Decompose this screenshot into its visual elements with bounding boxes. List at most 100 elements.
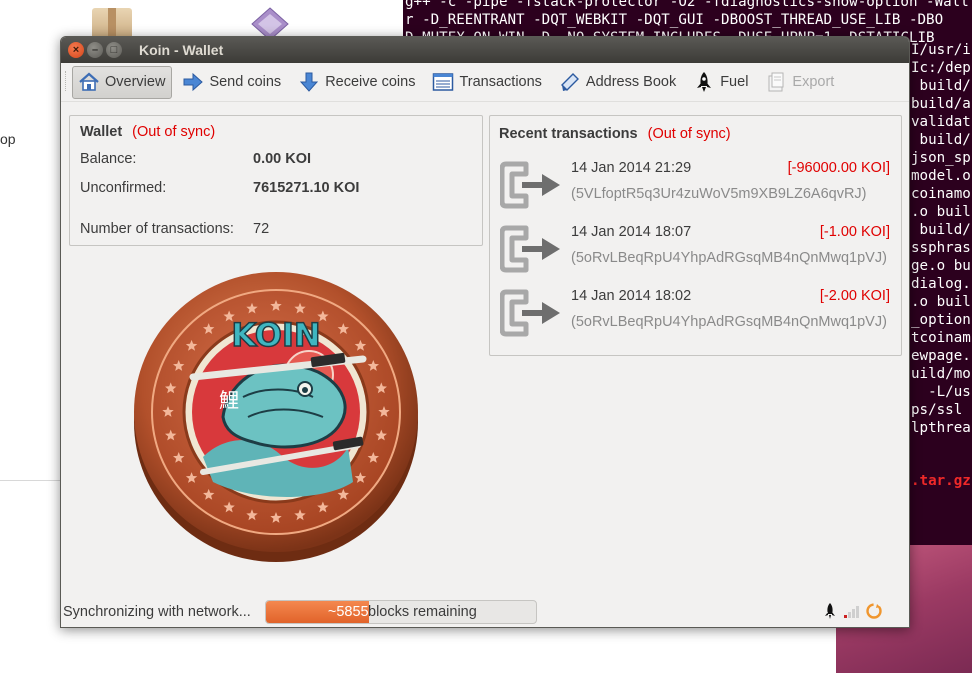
- transaction-count-label: Number of transactions:: [80, 221, 234, 237]
- tab-send-coins[interactable]: Send coins: [176, 66, 288, 99]
- transaction-address: (5oRvLBeqRpU4YhpAdRGsqMB4nQnMwq1pVJ): [571, 250, 887, 266]
- desktop-divider: [0, 480, 62, 481]
- terminal-line: I/usr/i: [911, 42, 971, 58]
- sync-progress-fill: ~5855: [266, 601, 369, 623]
- sent-transaction-icon: [499, 160, 564, 210]
- recent-transactions-title: Recent transactions (Out of sync): [499, 126, 731, 142]
- toolbar: Overview Send coins Receive coins Transa…: [61, 63, 909, 102]
- arrow-down-icon: [298, 71, 320, 93]
- wallet-title-text: Wallet: [80, 124, 123, 140]
- terminal-line: uild/mo: [911, 366, 971, 382]
- balance-label: Balance:: [80, 151, 137, 167]
- close-icon: ×: [72, 43, 80, 56]
- terminal-error-text: .tar.gz: [911, 473, 971, 489]
- terminal-line: tcoinam: [911, 330, 971, 346]
- terminal-line: _option: [911, 312, 971, 328]
- terminal-line: lpthrea: [911, 420, 971, 436]
- recent-sync-status: (Out of sync): [647, 126, 731, 142]
- terminal-line: ps/ssl: [911, 402, 971, 418]
- tab-label: Address Book: [585, 74, 677, 90]
- terminal-line: build/: [911, 222, 971, 238]
- wallet-sync-status: (Out of sync): [132, 124, 216, 140]
- terminal-line: build/: [911, 132, 971, 148]
- terminal-line: build/a: [911, 96, 971, 112]
- transaction-amount: [-96000.00 KOI]: [787, 160, 890, 176]
- terminal-line: r -D_REENTRANT -DQT_WEBKIT -DQT_GUI -DBO…: [405, 12, 944, 28]
- terminal-line: json_sp: [911, 150, 971, 166]
- tab-label: Overview: [105, 74, 166, 90]
- sync-status-label: Synchronizing with network...: [63, 604, 251, 620]
- koin-coin-logo: 鯉 KOIN: [133, 267, 419, 565]
- home-icon: [78, 71, 100, 93]
- status-bar: Synchronizing with network... ~5855 bloc…: [61, 598, 909, 627]
- terminal-line: .o buil: [911, 294, 971, 310]
- tab-address-book[interactable]: Address Book: [553, 66, 683, 99]
- transaction-amount: [-1.00 KOI]: [819, 224, 890, 240]
- tab-label: Receive coins: [325, 74, 416, 90]
- terminal-line: .o buil: [911, 204, 971, 220]
- tab-label: Export: [792, 74, 835, 90]
- transaction-date: 14 Jan 2014 18:02: [571, 288, 692, 304]
- sent-transaction-icon: [499, 224, 564, 274]
- window-title: Koin - Wallet: [139, 42, 224, 58]
- terminal-line: validat: [911, 114, 971, 130]
- terminal-right-column: I/usr/i Ic:/dep build/build/a validat buil…: [911, 41, 971, 437]
- syncing-icon[interactable]: [865, 602, 883, 620]
- sync-progress-bar: ~5855 blocks remaining: [265, 600, 537, 624]
- export-button[interactable]: Export: [759, 66, 841, 99]
- list-icon: [432, 71, 454, 93]
- terminal-line: model.o: [911, 168, 971, 184]
- coin-kanji: 鯉: [219, 388, 239, 412]
- title-bar[interactable]: × – □ Koin - Wallet: [61, 37, 909, 63]
- transaction-row[interactable]: 14 Jan 2014 18:02 [-2.00 KOI] (5oRvLBeqRpU…: [498, 288, 896, 348]
- transaction-amount: [-2.00 KOI]: [819, 288, 890, 304]
- unconfirmed-label: Unconfirmed:: [80, 180, 167, 196]
- arrow-right-icon: [182, 71, 204, 93]
- terminal-line: ge.o bu: [911, 258, 971, 274]
- tab-label: Fuel: [720, 74, 749, 90]
- wallet-window: × – □ Koin - Wallet Overview Send coins …: [60, 36, 910, 628]
- rocket-status-icon[interactable]: [821, 602, 839, 620]
- transaction-address: (5oRvLBeqRpU4YhpAdRGsqMB4nQnMwq1pVJ): [571, 314, 887, 330]
- export-icon: [765, 71, 787, 93]
- transaction-row[interactable]: 14 Jan 2014 18:07 [-1.00 KOI] (5oRvLBeqRpU…: [498, 224, 896, 284]
- rocket-icon: [693, 71, 715, 93]
- tab-transactions[interactable]: Transactions: [426, 66, 548, 99]
- recent-transactions-panel: Recent transactions (Out of sync) 14 Jan …: [489, 115, 902, 356]
- connections-icon[interactable]: [843, 602, 861, 620]
- balance-value: 0.00 KOI: [253, 151, 312, 167]
- toolbar-grip[interactable]: [65, 71, 68, 91]
- transaction-date: 14 Jan 2014 21:29: [571, 160, 692, 176]
- unconfirmed-value: 7615271.10 KOI: [253, 180, 360, 196]
- terminal-line: Ic:/dep: [911, 60, 971, 76]
- terminal-line: dialog.: [911, 276, 971, 292]
- close-button[interactable]: ×: [68, 42, 84, 58]
- blocks-remaining-count: ~5855: [327, 604, 369, 620]
- minimize-icon: –: [91, 43, 99, 56]
- transaction-count-value: 72: [253, 221, 270, 237]
- tab-label: Send coins: [209, 74, 282, 90]
- tab-receive-coins[interactable]: Receive coins: [292, 66, 422, 99]
- recent-title-text: Recent transactions: [499, 126, 638, 142]
- minimize-button[interactable]: –: [87, 42, 103, 58]
- desktop-text-fragment: op: [0, 131, 16, 147]
- terminal-line: build/: [911, 78, 971, 94]
- transaction-row[interactable]: 14 Jan 2014 21:29 [-96000.00 KOI] (5VLfopt…: [498, 160, 896, 220]
- maximize-icon: □: [110, 43, 118, 56]
- blocks-remaining-label: blocks remaining: [368, 604, 477, 620]
- sent-transaction-icon: [499, 288, 564, 338]
- status-icons: [821, 602, 887, 620]
- maximize-button[interactable]: □: [106, 42, 122, 58]
- tab-label: Transactions: [459, 74, 542, 90]
- terminal-line: -L/us: [911, 384, 971, 400]
- wallet-panel: Wallet (Out of sync) Balance: 0.00 KOI Un…: [69, 115, 483, 246]
- tab-overview[interactable]: Overview: [72, 65, 173, 99]
- terminal-line: ssphras: [911, 240, 971, 256]
- coin-logo-text: KOIN: [231, 316, 320, 354]
- terminal-line: coinamo: [911, 186, 971, 202]
- tab-fuel[interactable]: Fuel: [687, 66, 755, 99]
- address-book-icon: [559, 71, 581, 93]
- terminal-line: g++ -c -pipe -fstack-protector -O2 -fdia…: [405, 0, 969, 10]
- terminal-line: ewpage.: [911, 348, 971, 364]
- transaction-address: (5VLfoptR5q3Ur4zuWoV5m9XB9LZ6A6qvRJ): [571, 186, 867, 202]
